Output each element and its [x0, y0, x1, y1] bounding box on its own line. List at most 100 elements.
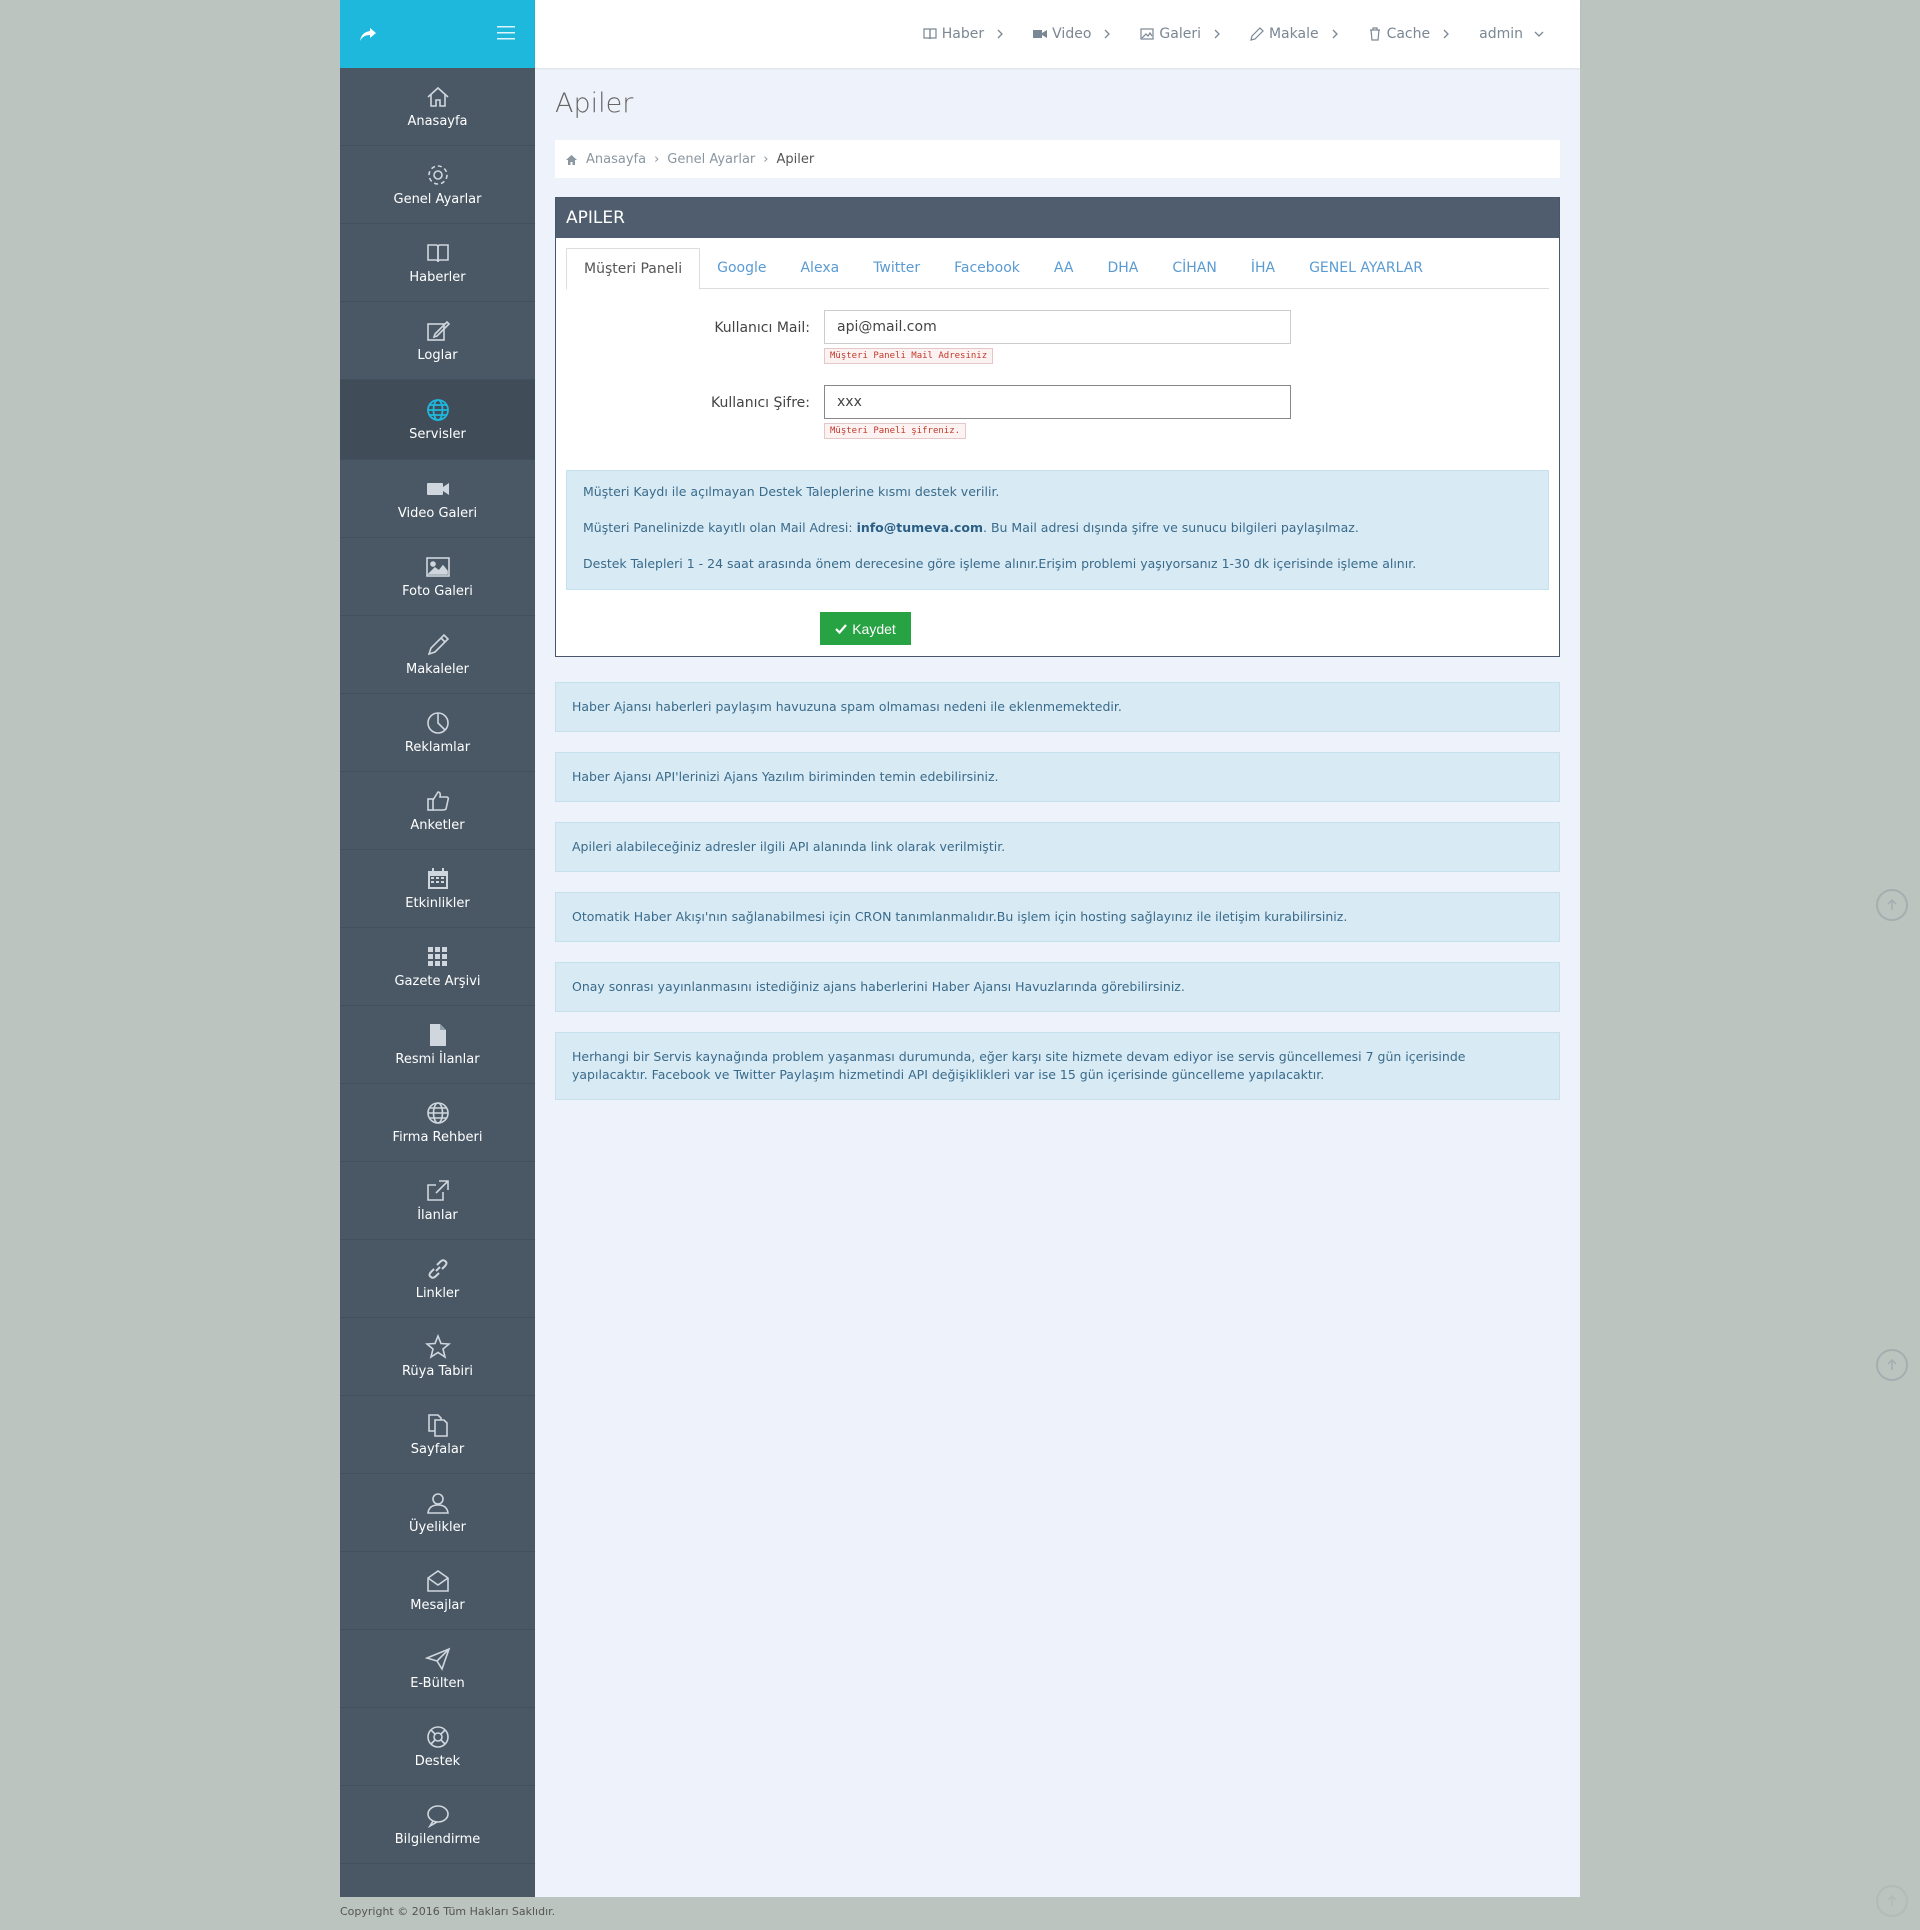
sidebar-item-sayfalar[interactable]: Sayfalar: [340, 1396, 535, 1474]
nav-makale[interactable]: Makale: [1250, 26, 1340, 42]
sidebar-item-video-galeri[interactable]: Video Galeri: [340, 460, 535, 538]
sidebar-item-gazete-arsivi[interactable]: Gazete Arşivi: [340, 928, 535, 1006]
tab-alexa[interactable]: Alexa: [783, 248, 856, 289]
sidebar-item-label: Anasayfa: [407, 114, 468, 129]
edit-icon: [426, 320, 450, 341]
top-navigation: Haber Video Galeri Makale Cache admin: [923, 0, 1544, 68]
link-icon: [428, 1259, 447, 1279]
password-label: Kullanıcı Şifre:: [711, 395, 810, 411]
sidebar-item-firma-rehberi[interactable]: Firma Rehberi: [340, 1084, 535, 1162]
tab-genel-ayarlar[interactable]: GENEL AYARLAR: [1292, 248, 1440, 289]
lifebuoy-icon: [426, 1726, 449, 1748]
save-button[interactable]: Kaydet: [820, 612, 911, 645]
password-input[interactable]: xxx: [824, 385, 1291, 419]
sidebar-item-label: Etkinlikler: [405, 896, 470, 911]
chevron-right-icon: [1332, 29, 1338, 39]
file-icon: [429, 1024, 446, 1046]
thumbs-up-icon: [426, 791, 449, 811]
grid-icon: [427, 947, 447, 966]
sidebar-item-label: Servisler: [409, 427, 466, 442]
sidebar-item-label: Haberler: [409, 270, 466, 285]
pie-icon: [426, 712, 449, 734]
globe-icon: [426, 1102, 449, 1124]
sidebar-item-etkinlikler[interactable]: Etkinlikler: [340, 850, 535, 928]
info-line-email: Müşteri Panelinizde kayıtlı olan Mail Ad…: [583, 520, 1359, 535]
scroll-top-button[interactable]: [1876, 1885, 1908, 1917]
breadcrumb-separator: ›: [654, 151, 660, 167]
mail-icon: [426, 1570, 449, 1592]
sidebar-item-label: Linkler: [415, 1286, 460, 1301]
sidebar-item-label: Bilgilendirme: [394, 1832, 481, 1847]
chevron-right-icon: [1104, 29, 1111, 39]
image-icon: [1140, 28, 1154, 40]
sidebar-item-linkler[interactable]: Linkler: [340, 1240, 535, 1318]
menu-icon[interactable]: [497, 26, 515, 40]
chevron-right-icon: [1443, 29, 1450, 39]
breadcrumb-genel-ayarlar[interactable]: Genel Ayarlar: [667, 152, 755, 167]
sidebar-item-label: Mesajlar: [410, 1598, 465, 1613]
nav-galeri[interactable]: Galeri: [1140, 26, 1222, 42]
sidebar-item-servisler[interactable]: Servisler: [340, 380, 535, 460]
share-icon[interactable]: [358, 24, 378, 44]
sidebar-item-label: Foto Galeri: [402, 584, 473, 599]
mail-hint: Müşteri Paneli Mail Adresiniz: [824, 348, 994, 364]
sidebar-item-anketler[interactable]: Anketler: [340, 772, 535, 850]
sidebar-item-resmi-ilanlar[interactable]: Resmi İlanlar: [340, 1006, 535, 1084]
chevron-down-icon: [1534, 31, 1544, 37]
send-icon: [424, 1647, 450, 1671]
sidebar-item-foto-galeri[interactable]: Foto Galeri: [340, 538, 535, 616]
breadcrumb-anasayfa[interactable]: Anasayfa: [586, 152, 646, 167]
sidebar-item-label: Anketler: [410, 818, 465, 833]
nav-video[interactable]: Video: [1033, 26, 1112, 42]
alert-box: Herhangi bir Servis kaynağında problem y…: [555, 1032, 1560, 1100]
book-icon: [923, 28, 937, 40]
user-icon: [426, 1493, 449, 1514]
sidebar-item-anasayfa[interactable]: Anasayfa: [340, 68, 535, 146]
pencil-icon: [427, 633, 449, 656]
sidebar-item-makaleler[interactable]: Makaleler: [340, 616, 535, 694]
scroll-top-button[interactable]: [1876, 889, 1908, 921]
info-line: Müşteri Kaydı ile açılmayan Destek Talep…: [583, 484, 1000, 499]
sidebar-item-label: Makaleler: [405, 662, 469, 677]
tab-aa[interactable]: AA: [1037, 248, 1091, 289]
chevron-right-icon: [1214, 29, 1220, 39]
alert-box: Otomatik Haber Akışı'nın sağlanabilmesi …: [555, 892, 1560, 942]
scroll-top-button[interactable]: [1876, 1349, 1908, 1381]
sidebar-item-haberler[interactable]: Haberler: [340, 224, 535, 302]
home-icon: [426, 86, 449, 107]
sidebar-item-bilgilendirme[interactable]: Bilgilendirme: [340, 1786, 535, 1864]
tab-cihan[interactable]: CİHAN: [1155, 248, 1233, 289]
tab-google[interactable]: Google: [700, 248, 783, 289]
chevron-right-icon: [997, 29, 1004, 39]
calendar-icon: [427, 868, 448, 889]
gear-icon: [427, 165, 448, 185]
sidebar-item-e-bulten[interactable]: E-Bülten: [340, 1630, 535, 1708]
nav-cache[interactable]: Cache: [1368, 26, 1452, 42]
sidebar-item-loglar[interactable]: Loglar: [340, 302, 535, 380]
password-hint: Müşteri Paneli şifreniz.: [824, 423, 967, 439]
sidebar-item-ilanlar[interactable]: İlanlar: [340, 1162, 535, 1240]
pencil-icon: [1250, 27, 1264, 41]
tab-dha[interactable]: DHA: [1090, 248, 1155, 289]
nav-haber[interactable]: Haber: [923, 26, 1005, 42]
tab-iha[interactable]: İHA: [1234, 248, 1292, 289]
support-email: info@tumeva.com: [856, 520, 984, 535]
alert-box: Haber Ajansı API'lerinizi Ajans Yazılım …: [555, 752, 1560, 802]
sidebar-header: [340, 0, 535, 68]
sidebar-item-destek[interactable]: Destek: [340, 1708, 535, 1786]
sidebar-item-ruya-tabiri[interactable]: Rüya Tabiri: [340, 1318, 535, 1396]
alert-box: Onay sonrası yayınlanmasını istediğiniz …: [555, 962, 1560, 1012]
sidebar-item-uyelikler[interactable]: Üyelikler: [340, 1474, 535, 1552]
trash-icon: [1369, 27, 1380, 41]
panel-title: APILER: [556, 198, 1559, 238]
sidebar-item-genel-ayarlar[interactable]: Genel Ayarlar: [340, 146, 535, 224]
sidebar-item-mesajlar[interactable]: Mesajlar: [340, 1552, 535, 1630]
tab-twitter[interactable]: Twitter: [856, 248, 937, 289]
tab-facebook[interactable]: Facebook: [937, 248, 1037, 289]
nav-user-menu[interactable]: admin: [1479, 26, 1544, 42]
sidebar-item-label: Resmi İlanlar: [395, 1052, 480, 1067]
sidebar-item-reklamlar[interactable]: Reklamlar: [340, 694, 535, 772]
footer-copyright: Copyright © 2016 Tüm Hakları Saklıdır.: [340, 1905, 556, 1918]
mail-input[interactable]: api@mail.com: [824, 310, 1291, 344]
tab-musteri-paneli[interactable]: Müşteri Paneli: [566, 248, 701, 290]
